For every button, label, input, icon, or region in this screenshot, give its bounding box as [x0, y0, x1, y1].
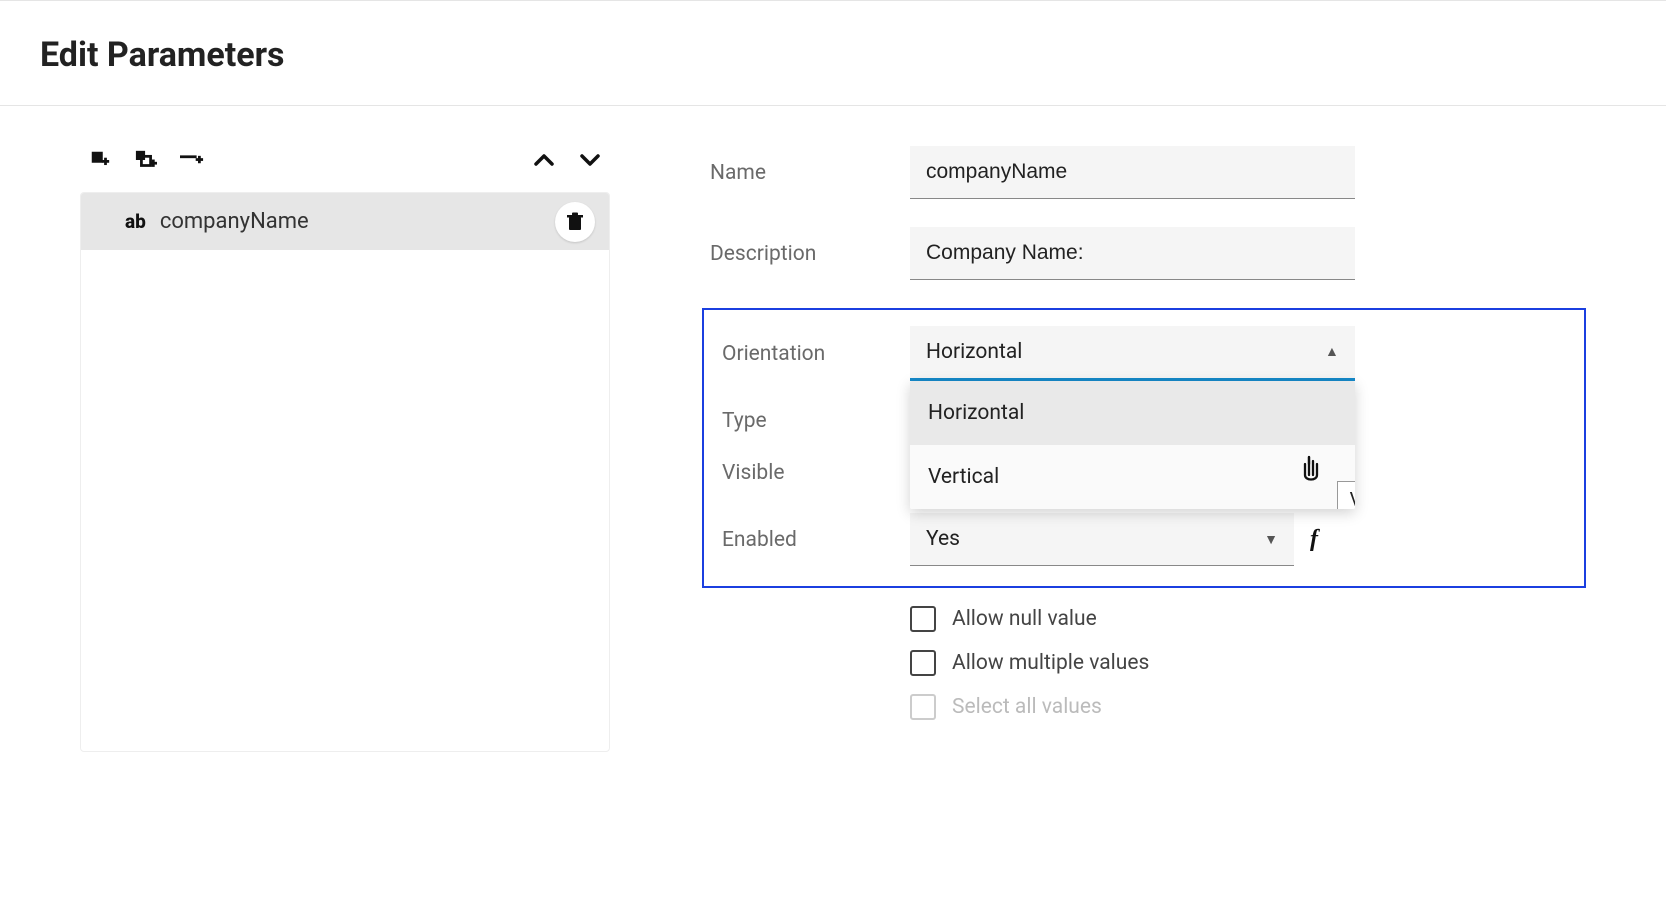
allow-multiple-label: Allow multiple values — [952, 651, 1149, 675]
page-title: Edit Parameters — [40, 35, 1626, 75]
dialog-header: Edit Parameters — [0, 1, 1666, 106]
allow-null-row: Allow null value — [910, 606, 1586, 632]
type-label: Type — [704, 409, 910, 433]
allow-multiple-checkbox[interactable] — [910, 650, 936, 676]
description-label: Description — [710, 242, 910, 266]
orientation-option-horizontal[interactable]: Horizontal — [910, 381, 1355, 445]
tooltip: Vertical — [1337, 481, 1355, 509]
duplicate-parameter-icon[interactable] — [132, 146, 160, 174]
name-input[interactable] — [910, 146, 1355, 199]
move-down-icon[interactable] — [576, 146, 604, 174]
parameter-list-item[interactable]: ab companyName — [81, 193, 609, 250]
formula-icon[interactable]: f — [1310, 526, 1318, 553]
delete-parameter-button[interactable] — [555, 202, 595, 242]
orientation-value: Horizontal — [926, 340, 1022, 364]
visible-label: Visible — [704, 461, 910, 485]
enabled-label: Enabled — [704, 528, 910, 552]
orientation-label: Orientation — [704, 342, 910, 366]
cursor-icon — [1301, 455, 1327, 485]
trash-icon — [566, 212, 584, 232]
description-input[interactable] — [910, 227, 1355, 280]
name-label: Name — [710, 161, 910, 185]
chevron-up-icon: ▼ — [1325, 344, 1339, 361]
move-up-icon[interactable] — [530, 146, 558, 174]
parameter-toolbar — [80, 146, 610, 192]
orientation-dropdown: Horizontal Vertical Vertical — [910, 381, 1355, 509]
select-all-checkbox — [910, 694, 936, 720]
enabled-value: Yes — [926, 527, 960, 551]
parameter-list-panel: ab companyName — [80, 146, 610, 752]
select-all-label: Select all values — [952, 695, 1102, 719]
orientation-option-vertical-label: Vertical — [928, 465, 999, 489]
allow-null-checkbox[interactable] — [910, 606, 936, 632]
allow-multiple-row: Allow multiple values — [910, 650, 1586, 676]
add-parameter-icon[interactable] — [86, 146, 114, 174]
chevron-down-icon: ▼ — [1264, 531, 1278, 548]
parameter-form: Name Description Orientation Horizontal … — [710, 146, 1586, 752]
orientation-select[interactable]: Horizontal ▼ — [910, 326, 1355, 381]
add-separator-icon[interactable] — [178, 146, 206, 174]
orientation-option-vertical[interactable]: Vertical Vertical — [910, 445, 1355, 509]
parameter-item-name: companyName — [160, 209, 309, 234]
select-all-row: Select all values — [910, 694, 1586, 720]
highlighted-region: Orientation Horizontal ▼ Horizontal Vert… — [702, 308, 1586, 588]
parameter-type-icon: ab — [125, 210, 146, 233]
allow-null-label: Allow null value — [952, 607, 1097, 631]
enabled-select[interactable]: Yes ▼ — [910, 513, 1294, 566]
parameter-list: ab companyName — [80, 192, 610, 752]
